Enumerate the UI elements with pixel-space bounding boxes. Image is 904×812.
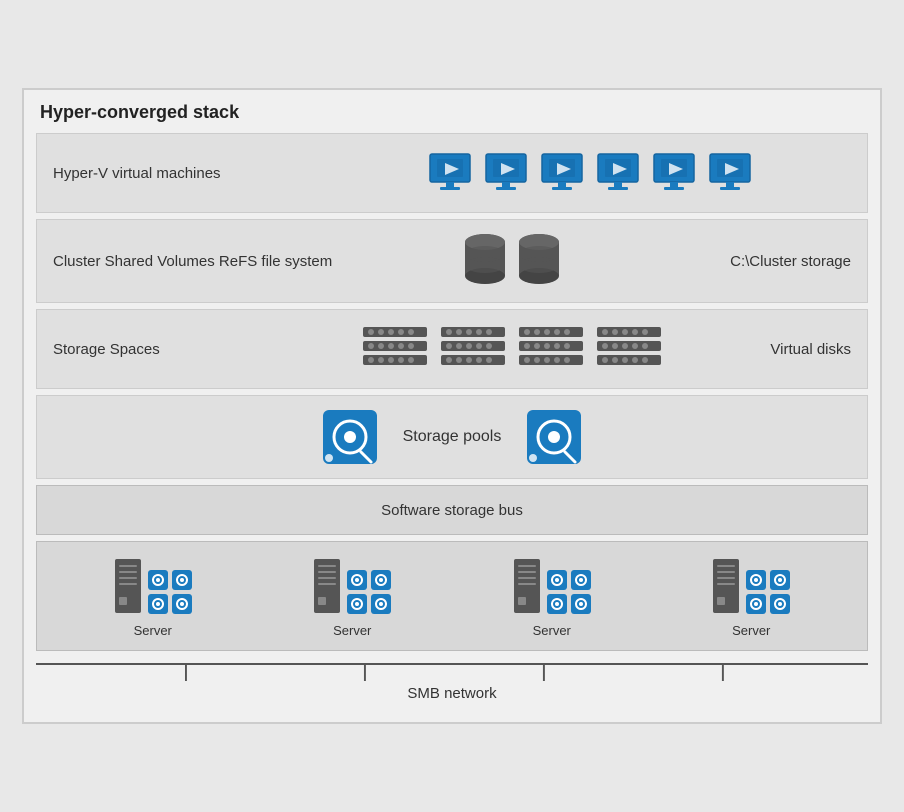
server-disks-1 xyxy=(147,569,193,615)
row-smb: SMB network xyxy=(36,657,868,710)
smb-connector-area xyxy=(36,661,868,681)
mini-hdd-2c xyxy=(346,593,368,615)
disk-array-3 xyxy=(517,325,585,373)
vm-icon-3 xyxy=(541,153,587,193)
server-tower-icon-2 xyxy=(312,557,342,615)
server-label-4: Server xyxy=(732,623,770,638)
hdd-icon-right xyxy=(525,408,583,466)
mini-hdd-4d xyxy=(769,593,791,615)
row-csv: Cluster Shared Volumes ReFS file system xyxy=(36,219,868,303)
disk-array-1 xyxy=(361,325,429,373)
mini-hdd-1d xyxy=(171,593,193,615)
server-unit-2: Server xyxy=(312,557,392,638)
server-unit-1: Server xyxy=(113,557,193,638)
vm-icon-4 xyxy=(597,153,643,193)
hdd-icon-left xyxy=(321,408,379,466)
disk-array-4 xyxy=(595,325,663,373)
server-disks-3 xyxy=(546,569,592,615)
server-tower-icon-3 xyxy=(512,557,542,615)
db-icon-1 xyxy=(463,232,507,290)
server-tower-icon-4 xyxy=(711,557,741,615)
server-label-2: Server xyxy=(333,623,371,638)
mini-hdd-4a xyxy=(745,569,767,591)
vm-icon-6 xyxy=(709,153,755,193)
disk-array-2 xyxy=(439,325,507,373)
server-unit-3: Server xyxy=(512,557,592,638)
server-unit-4: Server xyxy=(711,557,791,638)
diagram-container: Hyper-converged stack Hyper-V virtual ma… xyxy=(22,88,882,724)
vm-label: Hyper-V virtual machines xyxy=(53,165,333,182)
vm-icons xyxy=(333,153,851,193)
storage-spaces-icons xyxy=(333,325,691,373)
storage-spaces-label: Storage Spaces xyxy=(53,341,333,358)
mini-hdd-2a xyxy=(346,569,368,591)
row-vm: Hyper-V virtual machines xyxy=(36,133,868,213)
vm-icon-2 xyxy=(485,153,531,193)
vm-icon-1 xyxy=(429,153,475,193)
software-bus-label: Software storage bus xyxy=(381,502,523,519)
mini-hdd-2b xyxy=(370,569,392,591)
row-servers: Server xyxy=(36,541,868,651)
mini-hdd-3c xyxy=(546,593,568,615)
mini-hdd-1c xyxy=(147,593,169,615)
diagram-title: Hyper-converged stack xyxy=(36,102,868,123)
mini-hdd-1b xyxy=(171,569,193,591)
csv-label: Cluster Shared Volumes ReFS file system xyxy=(53,253,333,270)
storage-pools-label: Storage pools xyxy=(403,428,502,446)
smb-line-svg xyxy=(36,661,868,681)
server-body-2 xyxy=(312,557,392,615)
mini-hdd-1a xyxy=(147,569,169,591)
smb-label: SMB network xyxy=(407,685,496,702)
db-icon-2 xyxy=(517,232,561,290)
mini-hdd-3b xyxy=(570,569,592,591)
server-disks-2 xyxy=(346,569,392,615)
server-label-1: Server xyxy=(134,623,172,638)
mini-hdd-4b xyxy=(769,569,791,591)
storage-spaces-right-label: Virtual disks xyxy=(691,341,851,358)
csv-right-label: C:\Cluster storage xyxy=(691,253,851,270)
vm-icon-5 xyxy=(653,153,699,193)
mini-hdd-4c xyxy=(745,593,767,615)
mini-hdd-3a xyxy=(546,569,568,591)
row-storage-pools: Storage pools xyxy=(36,395,868,479)
row-software-bus: Software storage bus xyxy=(36,485,868,535)
server-body-1 xyxy=(113,557,193,615)
server-label-3: Server xyxy=(533,623,571,638)
server-body-4 xyxy=(711,557,791,615)
row-storage-spaces: Storage Spaces xyxy=(36,309,868,389)
server-tower-icon-1 xyxy=(113,557,143,615)
mini-hdd-2d xyxy=(370,593,392,615)
server-body-3 xyxy=(512,557,592,615)
mini-hdd-3d xyxy=(570,593,592,615)
server-disks-4 xyxy=(745,569,791,615)
csv-icons xyxy=(333,232,691,290)
